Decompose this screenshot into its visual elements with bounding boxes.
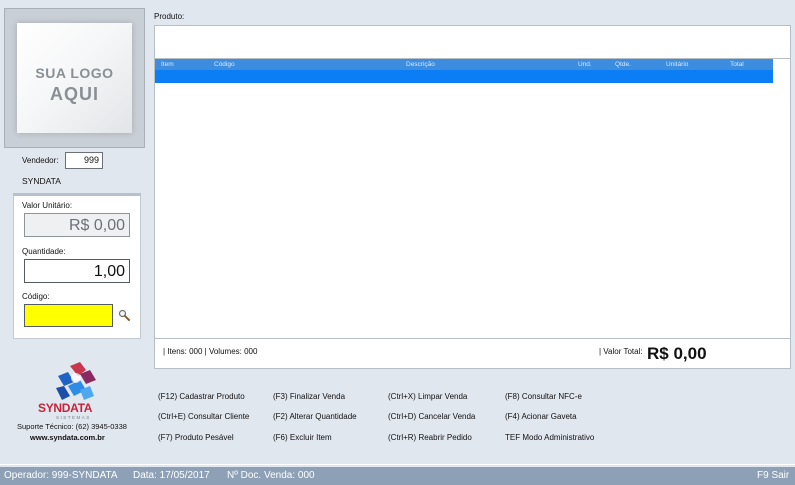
- quantity-input[interactable]: 1,00: [24, 259, 130, 283]
- vendor-label: Vendedor:: [22, 156, 59, 165]
- logo-text: SUA LOGO AQUI: [17, 63, 132, 105]
- shortcut-open-drawer[interactable]: (F4) Acionar Gaveta: [505, 412, 577, 421]
- company-logo-placeholder: SUA LOGO AQUI: [4, 8, 145, 148]
- column-header-description[interactable]: Descrição: [406, 61, 435, 68]
- status-bar: Operador: 999-SYNDATA Data: 17/05/2017 N…: [0, 467, 795, 485]
- total-value: R$ 0,00: [647, 344, 707, 363]
- column-header-code[interactable]: Código: [214, 61, 235, 68]
- status-operator: Operador: 999-SYNDATA: [4, 470, 118, 481]
- search-icon[interactable]: [118, 309, 130, 321]
- exit-button[interactable]: F9 Sair: [757, 470, 789, 481]
- logo-line-1: SUA LOGO: [35, 65, 114, 81]
- status-bar-divider: [0, 464, 795, 465]
- brand-name: SYNDATA: [38, 401, 93, 415]
- shortcut-consult-nfce[interactable]: (F8) Consultar NFC-e: [505, 392, 582, 401]
- shortcut-cancel-sale[interactable]: (Ctrl+D) Cancelar Venda: [388, 412, 475, 421]
- vendor-name: SYNDATA: [22, 176, 61, 186]
- column-header-total[interactable]: Total: [730, 61, 744, 68]
- shortcut-finish-sale[interactable]: (F3) Finalizar Venda: [273, 392, 345, 401]
- website-link[interactable]: www.syndata.com.br: [30, 433, 105, 442]
- status-doc-number: Nº Doc. Venda: 000: [227, 470, 315, 481]
- status-date: Data: 17/05/2017: [133, 470, 210, 481]
- product-code-input[interactable]: [24, 304, 113, 327]
- shortcut-weighed-product[interactable]: (F7) Produto Pesável: [158, 433, 234, 442]
- logo-line-2: AQUI: [50, 84, 99, 104]
- logo-card: SUA LOGO AQUI: [17, 23, 132, 133]
- shortcut-consult-client[interactable]: (Ctrl+E) Consultar Cliente: [158, 412, 249, 421]
- shortcut-tef-admin[interactable]: TEF Modo Administrativo: [505, 433, 594, 442]
- syndata-logo-icon: [56, 362, 96, 400]
- shortcut-register-product[interactable]: (F12) Cadastrar Produto: [158, 392, 245, 401]
- unit-price-label: Valor Unitário:: [22, 201, 73, 210]
- quantity-label: Quantidade:: [22, 247, 66, 256]
- support-phone: Suporte Técnico: (62) 3945-0338: [17, 422, 127, 431]
- column-header-unit[interactable]: Und.: [578, 61, 592, 68]
- column-header-item[interactable]: Item: [161, 61, 174, 68]
- column-header-quantity[interactable]: Qtde.: [615, 61, 631, 68]
- grid-header: Item Código Descrição Und. Qtde. Unitári…: [155, 59, 773, 70]
- sale-items-grid[interactable]: Item Código Descrição Und. Qtde. Unitári…: [154, 58, 791, 344]
- product-label: Produto:: [154, 12, 185, 21]
- unit-price-field: R$ 0,00: [24, 213, 130, 237]
- shortcut-clear-sale[interactable]: (Ctrl+X) Limpar Venda: [388, 392, 467, 401]
- shortcut-change-quantity[interactable]: (F2) Alterar Quantidade: [273, 412, 357, 421]
- items-volumes-count: | Itens: 000 | Volumes: 000: [163, 347, 258, 356]
- product-code-label: Código:: [22, 292, 50, 301]
- vendor-code-input[interactable]: 999: [65, 152, 103, 169]
- shortcut-delete-item[interactable]: (F6) Excluir Item: [273, 433, 332, 442]
- total-label: | Valor Total:: [599, 347, 643, 356]
- table-row-selected[interactable]: [155, 70, 773, 83]
- column-header-unit-price[interactable]: Unitário: [666, 61, 688, 68]
- value-panel-top-border: [13, 193, 141, 196]
- shortcut-reopen-order[interactable]: (Ctrl+R) Reabrir Pedido: [388, 433, 472, 442]
- product-description-display: [154, 25, 791, 60]
- brand-subtitle: SISTEMAS: [56, 415, 91, 420]
